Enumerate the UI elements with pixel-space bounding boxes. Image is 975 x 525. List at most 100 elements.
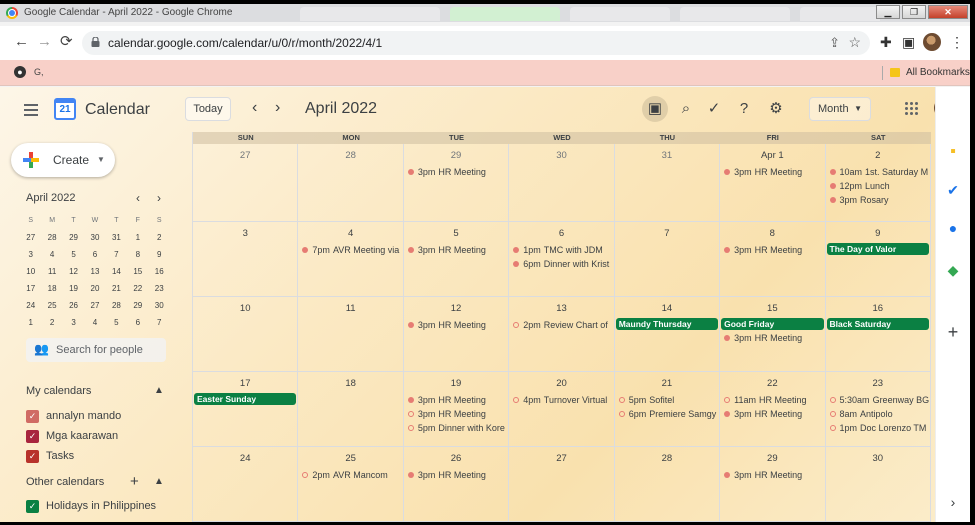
- event-chip[interactable]: 2pm AVR Mancom: [298, 468, 402, 482]
- mini-day[interactable]: 30: [84, 229, 105, 246]
- mini-day[interactable]: 5: [63, 246, 84, 263]
- day-cell[interactable]: 2 10am 1st. Saturday M 12pm Lunch 3pm Rosary: [826, 144, 931, 221]
- mini-day[interactable]: 1: [20, 314, 41, 331]
- mini-day[interactable]: 3: [20, 246, 41, 263]
- day-cell[interactable]: 25 2pm AVR Mancom: [298, 447, 404, 521]
- day-cell[interactable]: 10: [193, 297, 299, 371]
- all-bookmarks-link[interactable]: All Bookmarks: [906, 67, 970, 78]
- mini-day[interactable]: 20: [84, 280, 105, 297]
- minimize-button[interactable]: ▁: [876, 5, 900, 19]
- mini-day[interactable]: 1: [127, 229, 148, 246]
- day-cell[interactable]: 7: [615, 222, 721, 296]
- day-number[interactable]: 18: [298, 378, 402, 390]
- mini-day[interactable]: 7: [106, 246, 127, 263]
- day-number[interactable]: 26: [404, 453, 508, 465]
- event-chip[interactable]: 3pm HR Meeting: [404, 468, 508, 482]
- day-number[interactable]: 7: [615, 228, 719, 240]
- day-cell[interactable]: 5 3pm HR Meeting: [404, 222, 510, 296]
- day-cell[interactable]: 8 3pm HR Meeting: [720, 222, 826, 296]
- mini-day[interactable]: 21: [106, 280, 127, 297]
- day-number[interactable]: 23: [826, 378, 930, 390]
- collapse-caret-icon[interactable]: ▲: [154, 385, 164, 396]
- contacts-icon[interactable]: ●: [945, 220, 961, 236]
- mini-day[interactable]: 29: [127, 297, 148, 314]
- day-number[interactable]: 27: [193, 150, 297, 162]
- all-day-event[interactable]: Good Friday: [721, 318, 824, 330]
- all-day-event[interactable]: Easter Sunday: [194, 393, 297, 405]
- day-number[interactable]: 8: [720, 228, 824, 240]
- day-cell[interactable]: 28: [298, 144, 404, 221]
- day-cell[interactable]: 13 2pm Review Chart of: [509, 297, 615, 371]
- day-cell[interactable]: 29 3pm HR Meeting: [720, 447, 826, 521]
- checkbox[interactable]: ✓: [26, 500, 39, 513]
- background-image-icon[interactable]: ▣: [642, 96, 668, 122]
- day-cell[interactable]: 30: [509, 144, 615, 221]
- other-calendars-title[interactable]: Other calendars: [26, 476, 104, 488]
- close-button[interactable]: ✕: [928, 5, 968, 19]
- event-chip[interactable]: 5:30am Greenway BG: [826, 393, 930, 407]
- event-chip[interactable]: 7pm AVR Meeting via: [298, 243, 402, 257]
- day-number[interactable]: 29: [720, 453, 824, 465]
- settings-gear-icon[interactable]: ⚙: [765, 98, 787, 120]
- day-cell[interactable]: 28: [615, 447, 721, 521]
- event-chip[interactable]: 8am Antipolo: [826, 407, 930, 421]
- day-number[interactable]: 30: [826, 453, 930, 465]
- day-number[interactable]: 19: [404, 378, 508, 390]
- event-chip[interactable]: 3pm HR Meeting: [720, 331, 824, 345]
- day-number[interactable]: 6: [509, 228, 613, 240]
- mini-day[interactable]: 24: [20, 297, 41, 314]
- event-chip[interactable]: 1pm Doc Lorenzo TM: [826, 421, 930, 435]
- day-cell[interactable]: 15 Good Friday 3pm HR Meeting: [720, 297, 826, 371]
- tasks-check-icon[interactable]: ✓: [703, 98, 725, 120]
- day-number[interactable]: 28: [615, 453, 719, 465]
- day-cell[interactable]: 22 11am HR Meeting 3pm HR Meeting: [720, 372, 826, 446]
- mini-day[interactable]: 11: [41, 263, 62, 280]
- day-cell[interactable]: 30: [826, 447, 931, 521]
- mini-day[interactable]: 15: [127, 263, 148, 280]
- next-month-button[interactable]: ›: [275, 99, 280, 117]
- mini-day[interactable]: 4: [41, 246, 62, 263]
- day-number[interactable]: 12: [404, 303, 508, 315]
- day-number[interactable]: 3: [193, 228, 297, 240]
- main-menu-icon[interactable]: [24, 104, 38, 119]
- keep-icon[interactable]: ▪: [945, 144, 961, 160]
- mini-day[interactable]: 7: [149, 314, 170, 331]
- browser-tab[interactable]: [570, 7, 670, 21]
- mini-day[interactable]: 16: [149, 263, 170, 280]
- help-icon[interactable]: ?: [733, 98, 755, 120]
- event-chip[interactable]: 6pm Premiere Samgy: [615, 407, 719, 421]
- day-cell[interactable]: 19 3pm HR Meeting 3pm HR Meeting 5pm Dinner wi…: [404, 372, 510, 446]
- browser-tab[interactable]: [680, 7, 790, 21]
- day-number[interactable]: 2: [826, 150, 930, 162]
- profile-avatar[interactable]: [923, 33, 941, 51]
- checkbox[interactable]: ✓: [26, 410, 39, 423]
- browser-tab[interactable]: [300, 7, 440, 21]
- add-addon-icon[interactable]: +: [945, 323, 961, 341]
- day-cell[interactable]: 17 Easter Sunday: [193, 372, 299, 446]
- checkbox[interactable]: ✓: [26, 450, 39, 463]
- day-number[interactable]: 11: [298, 303, 402, 315]
- day-number[interactable]: 20: [509, 378, 613, 390]
- event-chip[interactable]: 3pm HR Meeting: [404, 407, 508, 421]
- collapse-caret-icon[interactable]: ▲: [154, 476, 164, 487]
- day-number[interactable]: 29: [404, 150, 508, 162]
- extensions-icon[interactable]: ✚: [880, 34, 892, 51]
- mini-prev-button[interactable]: ‹: [136, 191, 140, 205]
- mini-next-button[interactable]: ›: [157, 191, 161, 205]
- day-cell[interactable]: 6 1pm TMC with JDM 6pm Dinner with Krist: [509, 222, 615, 296]
- event-chip[interactable]: 3pm HR Meeting: [720, 243, 824, 257]
- mini-day[interactable]: 2: [149, 229, 170, 246]
- mini-day[interactable]: 4: [84, 314, 105, 331]
- mini-day[interactable]: 10: [20, 263, 41, 280]
- mini-day[interactable]: 8: [127, 246, 148, 263]
- mini-day[interactable]: 25: [41, 297, 62, 314]
- day-cell[interactable]: Apr 1 3pm HR Meeting: [720, 144, 826, 221]
- maps-icon[interactable]: ◆: [945, 262, 961, 278]
- event-chip[interactable]: 3pm HR Meeting: [720, 165, 824, 179]
- day-cell[interactable]: 9 The Day of Valor: [826, 222, 931, 296]
- day-cell[interactable]: 21 5pm Sofitel 6pm Premiere Samgy: [615, 372, 721, 446]
- mini-day[interactable]: 5: [106, 314, 127, 331]
- event-chip[interactable]: 10am 1st. Saturday M: [826, 165, 930, 179]
- day-number[interactable]: 25: [298, 453, 402, 465]
- forward-arrow-icon[interactable]: →: [37, 34, 52, 50]
